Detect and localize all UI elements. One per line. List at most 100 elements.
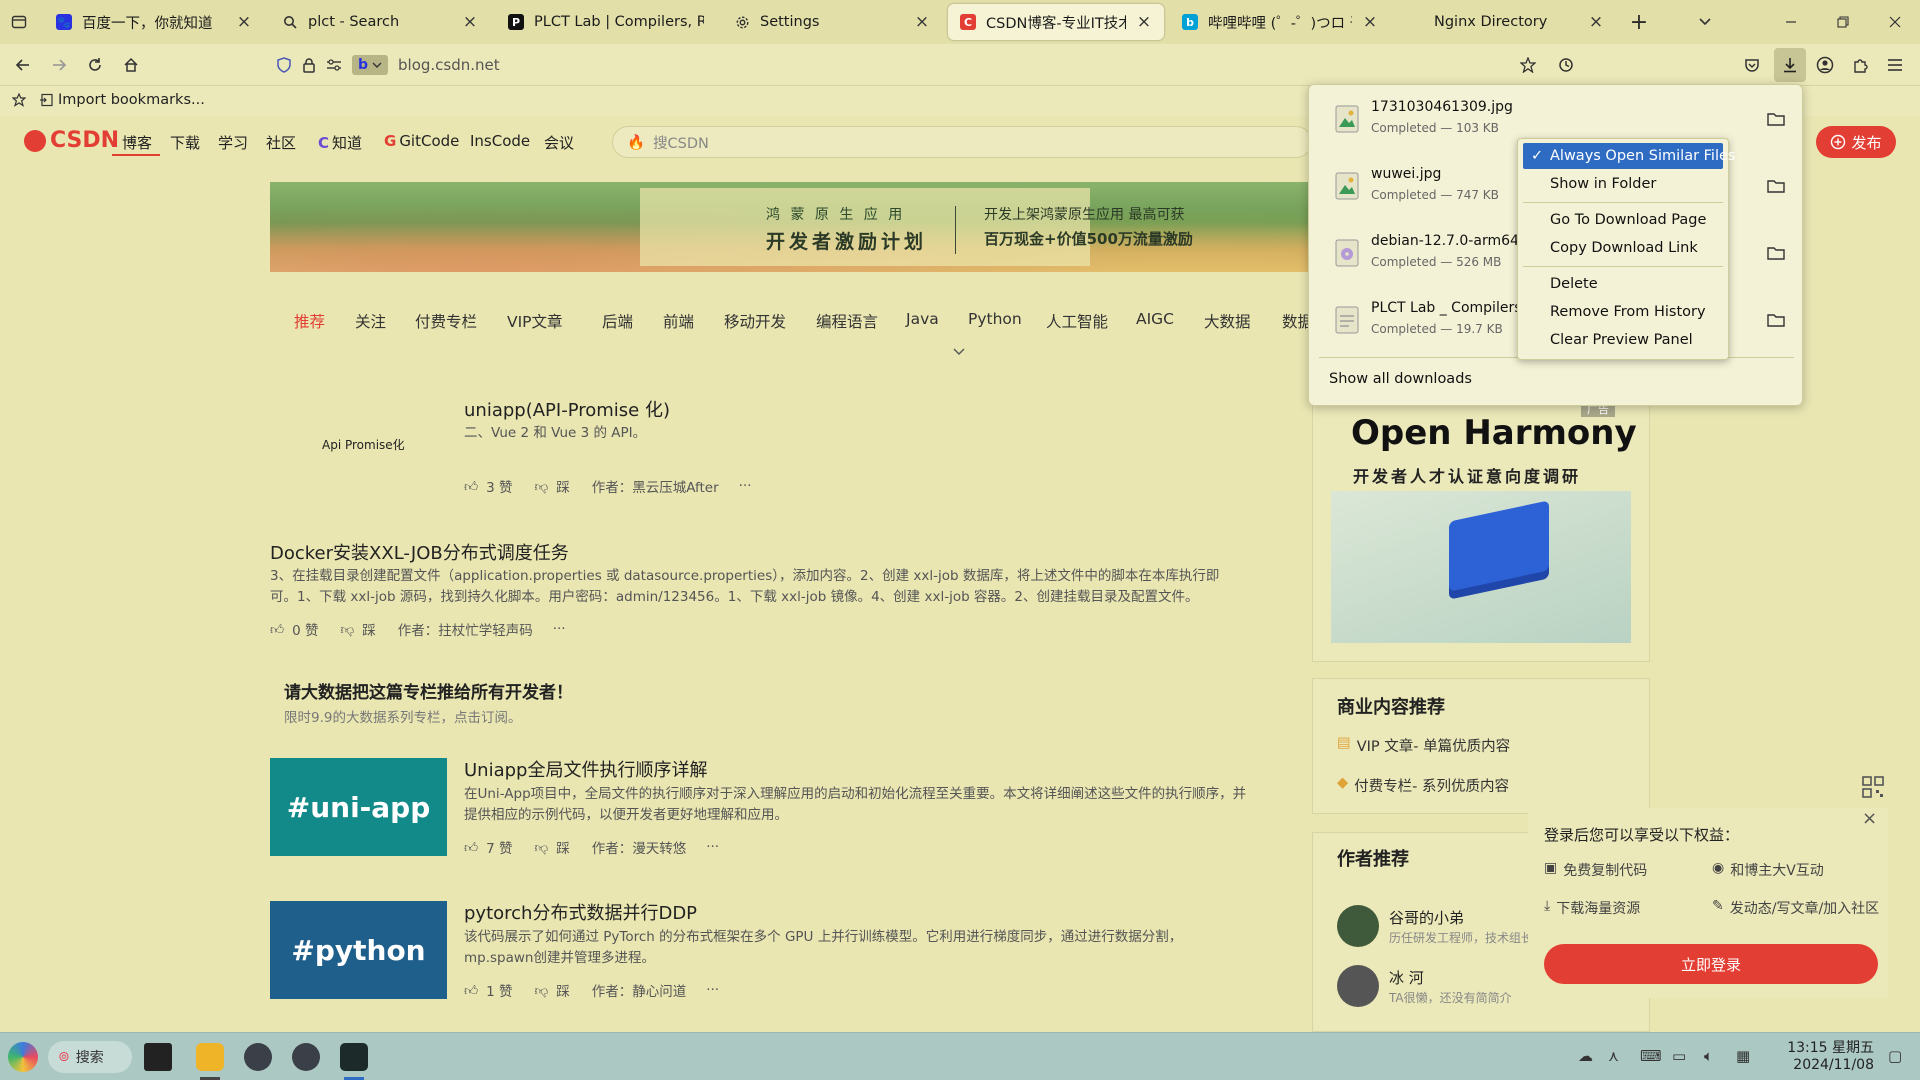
thumbs-up-icon[interactable]: 👍︎ xyxy=(464,839,478,856)
category-frontend[interactable]: 前端 xyxy=(663,310,694,332)
commercial-item-vip[interactable]: ▤ VIP 文章- 单篇优质内容 xyxy=(1337,735,1510,756)
category-python[interactable]: Python xyxy=(968,310,1022,328)
menu-clear-preview-panel[interactable]: Clear Preview Panel xyxy=(1523,327,1723,353)
history-clock-icon[interactable] xyxy=(1553,52,1579,78)
close-window-icon[interactable] xyxy=(1882,9,1908,35)
thumbs-up-icon[interactable]: 👍︎ xyxy=(464,478,478,495)
nav-download[interactable]: 下载 xyxy=(170,132,200,153)
article-thumbnail[interactable]: #python xyxy=(270,901,447,999)
author-label[interactable]: 作者：黑云压城After xyxy=(592,476,719,496)
menu-remove-from-history[interactable]: Remove From History xyxy=(1523,299,1723,325)
bookmark-star-icon[interactable] xyxy=(1515,52,1541,78)
nav-community[interactable]: 社区 xyxy=(266,132,296,153)
category-ai[interactable]: 人工智能 xyxy=(1046,310,1108,332)
category-languages[interactable]: 编程语言 xyxy=(816,310,878,332)
avatar[interactable] xyxy=(1337,905,1379,947)
folder-icon[interactable] xyxy=(1767,312,1785,328)
close-tab-icon[interactable]: × xyxy=(462,12,478,32)
article-title[interactable]: pytorch分布式数据并行DDP xyxy=(464,899,697,925)
taskbar-time[interactable]: 13:15 星期五 xyxy=(1772,1037,1874,1057)
category-aigc[interactable]: AIGC xyxy=(1136,310,1174,328)
author-label[interactable]: 作者：拄杖忙学轻声码 xyxy=(398,619,533,639)
screen-cast-icon[interactable]: ▭ xyxy=(1672,1047,1686,1065)
restore-icon[interactable] xyxy=(1830,9,1856,35)
tab-settings[interactable]: Settings × xyxy=(722,4,942,40)
like-count[interactable]: 0 赞 xyxy=(292,619,318,639)
author-label[interactable]: 作者：漫天转悠 xyxy=(592,837,687,857)
nav-gitcode[interactable]: G GitCode xyxy=(384,132,459,150)
menu-show-in-folder[interactable]: Show in Folder xyxy=(1523,171,1723,197)
like-count[interactable]: 3 赞 xyxy=(486,476,512,496)
control-center-icon[interactable] xyxy=(292,1043,320,1071)
calendar-icon[interactable]: ▦ xyxy=(1736,1047,1750,1065)
article-thumbnail[interactable]: #uni-app xyxy=(270,758,447,856)
settings-app-icon[interactable] xyxy=(244,1043,272,1071)
close-tab-icon[interactable]: × xyxy=(914,12,930,32)
volume-icon[interactable]: 🔈︎ xyxy=(1704,1047,1713,1065)
thumbs-down-icon[interactable]: 👎︎ xyxy=(341,621,355,638)
dislike-label[interactable]: 踩 xyxy=(556,980,570,1000)
pocket-icon[interactable] xyxy=(1739,52,1765,78)
url-bar[interactable]: b blog.csdn.net xyxy=(268,50,1368,80)
close-icon[interactable]: × xyxy=(1862,808,1877,829)
tracking-shield-icon[interactable] xyxy=(276,57,292,73)
nav-conference[interactable]: 会议 xyxy=(544,132,574,153)
back-arrow-icon[interactable] xyxy=(10,52,36,78)
avatar[interactable] xyxy=(1337,965,1379,1007)
category-bigdata[interactable]: 大数据 xyxy=(1204,310,1251,332)
network-icon[interactable]: ⋏ xyxy=(1608,1047,1619,1065)
dislike-label[interactable]: 踩 xyxy=(362,619,376,639)
category-follow[interactable]: 关注 xyxy=(355,310,386,332)
permissions-icon[interactable] xyxy=(326,58,342,72)
commercial-item-paid[interactable]: ◆ 付费专栏- 系列优质内容 xyxy=(1337,775,1509,796)
more-options-icon[interactable]: ··· xyxy=(553,621,566,637)
nav-blog[interactable]: 博客 xyxy=(122,132,152,153)
menu-always-open-similar[interactable]: ✓ Always Open Similar Files xyxy=(1523,143,1735,169)
nav-inscode[interactable]: InsCode xyxy=(470,132,530,150)
search-engine-selector[interactable]: b xyxy=(352,55,389,75)
minimize-icon[interactable] xyxy=(1778,9,1804,35)
tab-plct-lab[interactable]: P PLCT Lab | Compilers, Runtim xyxy=(496,4,716,40)
lock-icon[interactable] xyxy=(302,57,316,73)
thumbs-down-icon[interactable]: 👎︎ xyxy=(535,478,549,495)
folder-icon[interactable] xyxy=(1767,245,1785,261)
notification-icon[interactable]: ▢ xyxy=(1888,1047,1902,1065)
like-count[interactable]: 7 赞 xyxy=(486,837,512,857)
launcher-icon[interactable] xyxy=(8,1042,38,1072)
close-tab-icon[interactable]: × xyxy=(1362,12,1378,32)
more-options-icon[interactable]: ··· xyxy=(706,982,719,998)
forward-arrow-icon[interactable] xyxy=(46,52,72,78)
tab-plct-search[interactable]: plct - Search × xyxy=(270,4,490,40)
url-text[interactable]: blog.csdn.net xyxy=(398,56,500,74)
more-options-icon[interactable]: ··· xyxy=(706,839,719,855)
tab-bilibili[interactable]: b 哔哩哔哩 (゜-゜)つロ 干杯~-bil × xyxy=(1170,4,1390,40)
csdn-search-input[interactable]: 🔥 搜CSDN xyxy=(612,126,1312,158)
csdn-logo[interactable]: CSDN xyxy=(24,128,119,153)
file-manager-icon[interactable] xyxy=(196,1043,224,1071)
author-name[interactable]: 冰 河 xyxy=(1389,967,1424,988)
nav-zhidao[interactable]: C 知道 xyxy=(318,132,362,153)
home-icon[interactable] xyxy=(118,52,144,78)
menu-delete[interactable]: Delete xyxy=(1523,271,1723,297)
multitask-view-icon[interactable] xyxy=(144,1043,172,1071)
category-vip[interactable]: VIP文章 xyxy=(507,310,563,332)
folder-icon[interactable] xyxy=(1767,111,1785,127)
author-label[interactable]: 作者：静心问道 xyxy=(592,980,687,1000)
dislike-label[interactable]: 踩 xyxy=(556,837,570,857)
thumbs-up-icon[interactable]: 👍︎ xyxy=(464,982,478,999)
menu-copy-download-link[interactable]: Copy Download Link xyxy=(1523,235,1723,261)
reload-icon[interactable] xyxy=(82,52,108,78)
downloads-icon[interactable] xyxy=(1774,48,1806,82)
article-title[interactable]: Docker安装XXL-JOB分布式调度任务 xyxy=(270,539,569,565)
thumbs-up-icon[interactable]: 👍︎ xyxy=(270,621,284,638)
list-all-tabs-icon[interactable] xyxy=(1692,9,1718,35)
taskbar-search[interactable]: ⊚ 搜索 xyxy=(48,1041,132,1073)
category-java[interactable]: Java xyxy=(906,310,939,328)
close-tab-icon[interactable]: × xyxy=(1136,12,1152,32)
more-options-icon[interactable]: ··· xyxy=(739,478,752,494)
category-paid-column[interactable]: 付费专栏 xyxy=(415,310,477,332)
like-count[interactable]: 1 赞 xyxy=(486,980,512,1000)
article-title[interactable]: Uniapp全局文件执行顺序详解 xyxy=(464,756,707,782)
category-backend[interactable]: 后端 xyxy=(602,310,633,332)
close-tab-icon[interactable]: × xyxy=(1588,12,1604,32)
